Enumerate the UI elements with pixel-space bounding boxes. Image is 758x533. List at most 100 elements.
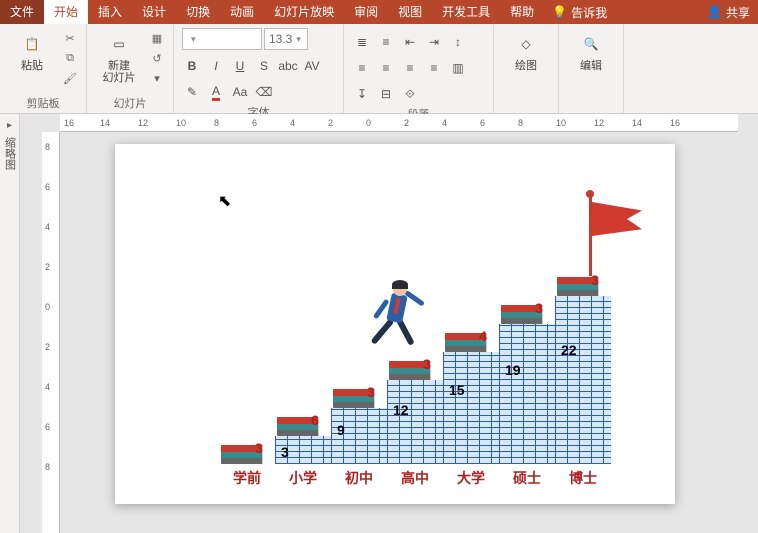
books-1 — [277, 414, 327, 436]
group-font: ▾ 13.3▾ B I U S abc AV ✎ A Aa ⌫ 字体 — [174, 24, 344, 113]
category-3: 高中 — [387, 468, 443, 488]
barval-4: 15 — [449, 382, 465, 398]
bar-6 — [555, 296, 611, 464]
clear-format-button[interactable]: ⌫ — [254, 82, 274, 102]
toplabel-5: 3 — [535, 300, 543, 316]
share-button[interactable]: 👤共享 — [699, 4, 758, 21]
chevron-right-icon: ▸ — [7, 120, 12, 131]
tab-slideshow[interactable]: 幻灯片放映 — [264, 0, 344, 24]
flagpole — [589, 196, 592, 276]
group-slides: ▭ 新建 幻灯片 ▦ ↺ ▾ 幻灯片 — [87, 24, 174, 113]
align-right-button[interactable]: ≡ — [400, 58, 420, 78]
bold-button[interactable]: B — [182, 56, 202, 76]
group-edit: 🔍 编辑 — [559, 24, 624, 113]
barval-1: 3 — [281, 444, 289, 460]
indent-inc-button[interactable]: ⇥ — [424, 32, 444, 52]
draw-button[interactable]: ◇ 绘图 — [502, 28, 550, 72]
font-name-combo[interactable]: ▾ — [182, 28, 262, 50]
bullets-button[interactable]: ≣ — [352, 32, 372, 52]
paste-button[interactable]: 📋 粘贴 — [8, 28, 56, 72]
toplabel-6: 3 — [591, 272, 599, 288]
reset-button[interactable]: ↺ — [149, 50, 165, 66]
clipboard-icon: 📋 — [18, 30, 46, 58]
tab-animation[interactable]: 动画 — [220, 0, 264, 24]
barval-6: 22 — [561, 342, 577, 358]
line-spacing-button[interactable]: ↕ — [448, 32, 468, 52]
edit-button[interactable]: 🔍 编辑 — [567, 28, 615, 72]
tab-review[interactable]: 审阅 — [344, 0, 388, 24]
tab-file[interactable]: 文件 — [0, 0, 44, 24]
spacing-button[interactable]: AV — [302, 56, 322, 76]
barval-2: 9 — [337, 422, 345, 438]
bar-3 — [387, 380, 443, 464]
tab-transition[interactable]: 切换 — [176, 0, 220, 24]
text-direction-button[interactable]: ↧ — [352, 84, 372, 104]
staircase-chart[interactable]: 3 6 3 3 4 3 3 3 9 12 15 19 22 学前 小学 初中 高… — [215, 164, 665, 494]
align-center-button[interactable]: ≡ — [376, 58, 396, 78]
layout-button[interactable]: ▦ — [149, 30, 165, 46]
toplabel-4: 4 — [479, 328, 487, 344]
workspace: ▸ 缩略图 1614121086420246810121416 86420246… — [0, 114, 758, 533]
bar-5 — [499, 324, 555, 464]
group-clipboard: 📋 粘贴 ✂ ⧉ 🖌 剪贴板 — [0, 24, 87, 113]
group-draw: ◇ 绘图 — [494, 24, 559, 113]
align-left-button[interactable]: ≡ — [352, 58, 372, 78]
toplabel-0: 3 — [255, 440, 263, 456]
scissors-icon: ✂ — [65, 32, 74, 45]
share-icon: 👤 — [707, 5, 722, 19]
slide-canvas-area[interactable]: 1614121086420246810121416 864202468 ⬉ — [20, 114, 758, 533]
numbering-button[interactable]: ≡ — [376, 32, 396, 52]
new-slide-button[interactable]: ▭ 新建 幻灯片 — [95, 28, 143, 84]
tell-me[interactable]: 💡告诉我 — [544, 4, 615, 21]
category-4: 大学 — [443, 468, 499, 488]
strikethrough-button[interactable]: S — [254, 56, 274, 76]
books-0 — [221, 442, 271, 464]
books-5 — [501, 302, 551, 324]
new-slide-icon: ▭ — [105, 30, 133, 58]
find-icon: 🔍 — [577, 30, 605, 58]
chevron-down-icon: ▾ — [296, 34, 301, 45]
barval-3: 12 — [393, 402, 409, 418]
slide[interactable]: ⬉ — [115, 144, 675, 504]
category-0: 学前 — [219, 468, 275, 488]
columns-button[interactable]: ▥ — [448, 58, 468, 78]
highlight-button[interactable]: ✎ — [182, 82, 202, 102]
flag-icon — [592, 202, 642, 236]
group-label-clipboard: 剪贴板 — [8, 93, 78, 111]
barval-5: 19 — [505, 362, 521, 378]
thumbnail-panel-collapsed[interactable]: ▸ 缩略图 — [0, 114, 20, 533]
smartart-button[interactable]: ⟐ — [400, 84, 420, 104]
books-4 — [445, 330, 495, 352]
horizontal-ruler: 1614121086420246810121416 — [60, 114, 738, 132]
tab-design[interactable]: 设计 — [132, 0, 176, 24]
indent-dec-button[interactable]: ⇤ — [400, 32, 420, 52]
shadow-button[interactable]: abc — [278, 56, 298, 76]
bar-4 — [443, 352, 499, 464]
align-text-button[interactable]: ⊟ — [376, 84, 396, 104]
toplabel-1: 6 — [311, 412, 319, 428]
tab-insert[interactable]: 插入 — [88, 0, 132, 24]
format-painter-button[interactable]: 🖌 — [62, 70, 78, 86]
category-6: 博士 — [555, 468, 611, 488]
tab-home[interactable]: 开始 — [44, 0, 88, 24]
section-button[interactable]: ▾ — [149, 70, 165, 86]
group-paragraph: ≣ ≡ ⇤ ⇥ ↕ ≡ ≡ ≡ ≡ ▥ ↧ ⊟ ⟐ 段落 — [344, 24, 494, 113]
tab-help[interactable]: 帮助 — [500, 0, 544, 24]
font-color-button[interactable]: A — [206, 82, 226, 102]
brush-icon: 🖌 — [63, 72, 77, 85]
justify-button[interactable]: ≡ — [424, 58, 444, 78]
font-size-combo[interactable]: 13.3▾ — [264, 28, 308, 50]
underline-button[interactable]: U — [230, 56, 250, 76]
copy-button[interactable]: ⧉ — [62, 50, 78, 66]
shapes-icon: ◇ — [512, 30, 540, 58]
cut-button[interactable]: ✂ — [62, 30, 78, 46]
ribbon-tabs: 文件 开始 插入 设计 切换 动画 幻灯片放映 审阅 视图 开发工具 帮助 💡告… — [0, 0, 758, 24]
category-5: 硕士 — [499, 468, 555, 488]
change-case-button[interactable]: Aa — [230, 82, 250, 102]
tab-view[interactable]: 视图 — [388, 0, 432, 24]
category-2: 初中 — [331, 468, 387, 488]
italic-button[interactable]: I — [206, 56, 226, 76]
bulb-icon: 💡 — [552, 5, 567, 19]
running-person-icon — [365, 282, 425, 372]
tab-dev[interactable]: 开发工具 — [432, 0, 500, 24]
